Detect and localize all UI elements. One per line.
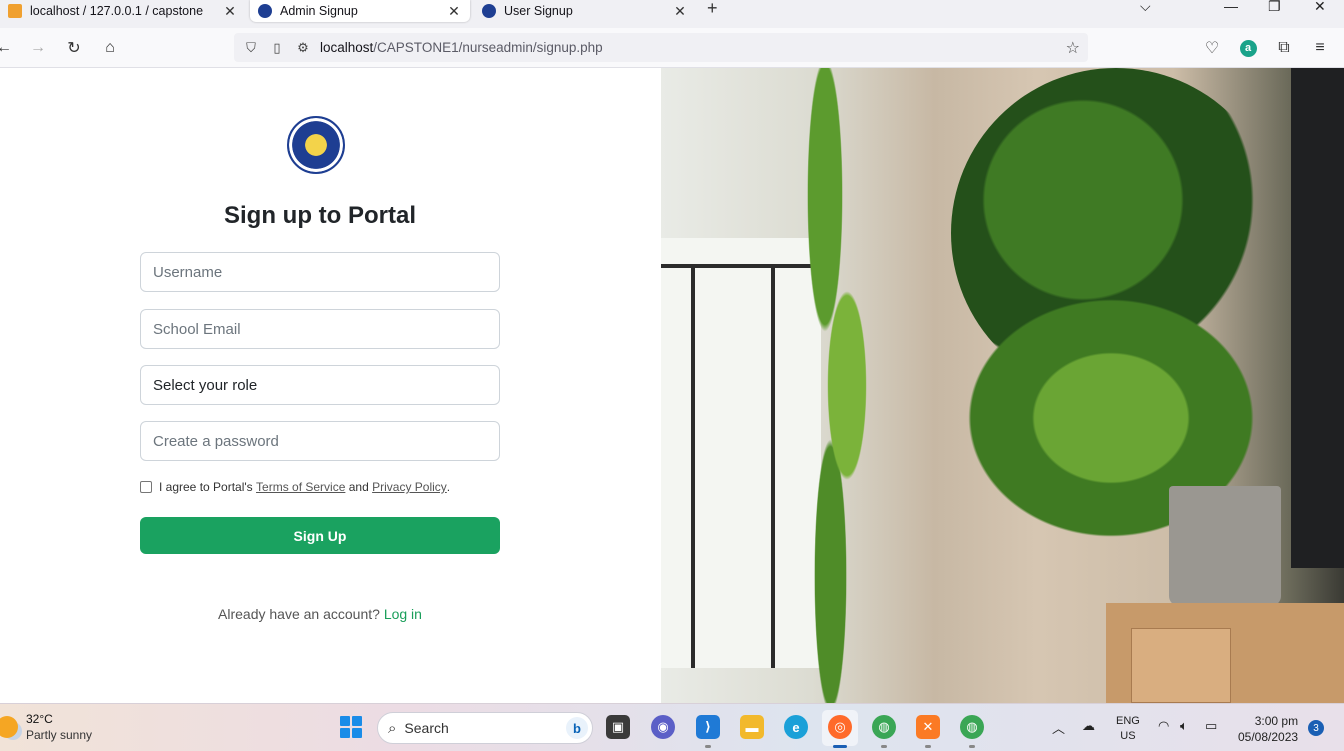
pocket-icon[interactable]: ♡ xyxy=(1202,38,1222,58)
file-explorer-icon[interactable]: ▬ xyxy=(740,715,764,739)
running-indicator xyxy=(705,745,711,748)
phpmyadmin-icon xyxy=(8,4,22,18)
tab-label: User Signup xyxy=(504,4,573,18)
search-icon: ⌕ xyxy=(388,719,397,737)
role-select[interactable]: Select your role xyxy=(140,365,500,405)
forward-arrow-icon[interactable]: → xyxy=(28,38,48,58)
new-tab-plus-icon[interactable]: + xyxy=(707,0,718,19)
partly-sunny-icon xyxy=(0,716,18,738)
menu-hamburger-icon[interactable]: ≡ xyxy=(1310,38,1330,58)
restore-icon[interactable]: ❐ xyxy=(1268,0,1281,15)
search-label: Search xyxy=(404,720,449,736)
onedrive-cloud-icon[interactable]: ☁ xyxy=(1082,718,1095,734)
home-icon[interactable]: ⌂ xyxy=(100,38,120,58)
account-icon[interactable]: a xyxy=(1238,38,1258,58)
task-view-icon[interactable]: ▣ xyxy=(606,715,630,739)
url-host: localhost xyxy=(320,40,374,55)
url-path: /CAPSTONE1/nurseadmin/signup.php xyxy=(373,40,603,55)
page-icon[interactable]: ▯ xyxy=(268,40,286,56)
weather-condition: Partly sunny xyxy=(26,728,93,742)
photo-pot xyxy=(1169,486,1281,606)
school-email-input[interactable] xyxy=(140,309,500,349)
photo-vine xyxy=(781,68,891,703)
temperature: 32°C xyxy=(26,712,53,726)
agree-prefix: I agree to Portal's xyxy=(159,480,253,494)
teams-chat-icon[interactable]: ◉ xyxy=(651,715,675,739)
volume-icon[interactable]: 🔈︎ xyxy=(1180,718,1188,734)
photo-window-bar xyxy=(771,268,775,668)
log-in-link[interactable]: Log in xyxy=(384,606,422,622)
running-indicator xyxy=(969,745,975,748)
firefox-icon[interactable]: ◎ xyxy=(828,715,852,739)
navigation-toolbar: ← → ↻ ⌂ ⛉ ▯ ⚙ localhost/CAPSTONE1/nursea… xyxy=(0,28,1344,68)
close-icon[interactable]: ✕ xyxy=(446,3,462,20)
windows-start-icon[interactable] xyxy=(340,716,362,738)
school-logo-icon xyxy=(258,4,272,18)
running-indicator xyxy=(881,745,887,748)
running-indicator xyxy=(833,745,847,748)
chrome-profile-icon[interactable]: ◍ xyxy=(960,715,984,739)
photo-monitor xyxy=(1291,68,1344,568)
wifi-icon[interactable]: ◠ xyxy=(1158,718,1169,734)
login-prompt: Already have an account? Log in xyxy=(0,606,640,622)
address-bar[interactable]: ⛉ ▯ ⚙ localhost/CAPSTONE1/nurseadmin/sig… xyxy=(234,33,1088,62)
terms-agreement: I agree to Portal's Terms of Service and… xyxy=(140,480,450,494)
bookmark-star-icon[interactable]: ☆ xyxy=(1066,38,1080,58)
tab-label: Admin Signup xyxy=(280,4,358,18)
close-icon[interactable]: ✕ xyxy=(672,3,688,20)
tab-phpmyadmin[interactable]: localhost / 127.0.0.1 / capstone ✕ xyxy=(0,0,246,22)
tab-user-signup[interactable]: User Signup ✕ xyxy=(474,0,696,22)
privacy-policy-link[interactable]: Privacy Policy xyxy=(372,480,447,494)
permissions-icon[interactable]: ⚙ xyxy=(294,40,312,56)
photo-window-bar xyxy=(691,268,695,668)
window-close-icon[interactable]: ✕ xyxy=(1314,0,1326,15)
windows-taskbar: 32°C Partly sunny ⌕ Search b ▣ ◉ ⟩ ▬ e ◎… xyxy=(0,703,1344,751)
edge-icon[interactable]: e xyxy=(784,715,808,739)
school-logo xyxy=(287,116,345,174)
clock-time: 3:00 pm xyxy=(1254,714,1299,728)
signup-panel: Sign up to Portal Select your role I agr… xyxy=(0,68,661,703)
vscode-icon[interactable]: ⟩ xyxy=(696,715,720,739)
already-text: Already have an account? xyxy=(218,606,380,622)
shield-icon[interactable]: ⛉ xyxy=(242,40,260,56)
extensions-icon[interactable]: ⧉ xyxy=(1274,38,1294,58)
agree-checkbox[interactable] xyxy=(140,481,152,493)
notification-badge[interactable]: 3 xyxy=(1308,720,1324,736)
battery-icon[interactable]: ▭ xyxy=(1205,718,1217,734)
photo-desk-drawer xyxy=(1131,628,1231,703)
input-language[interactable]: ENG US xyxy=(1116,714,1140,744)
page-content: Sign up to Portal Select your role I agr… xyxy=(0,68,1344,703)
role-select-value: Select your role xyxy=(153,376,258,394)
page-title: Sign up to Portal xyxy=(224,202,416,229)
system-clock[interactable]: 3:00 pm 05/08/2023 xyxy=(1238,713,1298,745)
agree-period: . xyxy=(446,480,451,494)
plants-photo xyxy=(661,68,1344,703)
tab-label: localhost / 127.0.0.1 / capstone xyxy=(30,4,204,18)
weather-widget[interactable]: 32°C Partly sunny xyxy=(0,712,92,742)
bing-icon[interactable]: b xyxy=(566,717,588,739)
lang-line1: ENG xyxy=(1116,715,1140,727)
back-arrow-icon[interactable]: ← xyxy=(0,38,14,58)
close-icon[interactable]: ✕ xyxy=(222,3,238,20)
chrome-icon[interactable]: ◍ xyxy=(872,715,896,739)
clock-date: 05/08/2023 xyxy=(1238,730,1299,744)
account-avatar: a xyxy=(1239,39,1257,57)
username-input[interactable] xyxy=(140,252,500,292)
reload-icon[interactable]: ↻ xyxy=(64,38,84,58)
tab-admin-signup[interactable]: Admin Signup ✕ xyxy=(250,0,470,22)
lang-line2: US xyxy=(1120,730,1136,742)
taskbar-search[interactable]: ⌕ Search b xyxy=(377,712,593,744)
tab-strip: localhost / 127.0.0.1 / capstone ✕ Admin… xyxy=(0,0,1344,28)
school-logo-icon xyxy=(482,4,496,18)
minimize-icon[interactable]: — xyxy=(1224,0,1238,14)
running-indicator xyxy=(925,745,931,748)
sign-up-button[interactable]: Sign Up xyxy=(140,517,500,554)
password-input[interactable] xyxy=(140,421,500,461)
and-text: and xyxy=(348,480,369,494)
terms-of-service-link[interactable]: Terms of Service xyxy=(256,480,345,494)
xampp-icon[interactable]: ✕ xyxy=(916,715,940,739)
tray-chevron-up-icon[interactable]: ︿ xyxy=(1052,718,1065,737)
list-tabs-chevron-icon[interactable]: ⌵ xyxy=(1140,0,1151,15)
